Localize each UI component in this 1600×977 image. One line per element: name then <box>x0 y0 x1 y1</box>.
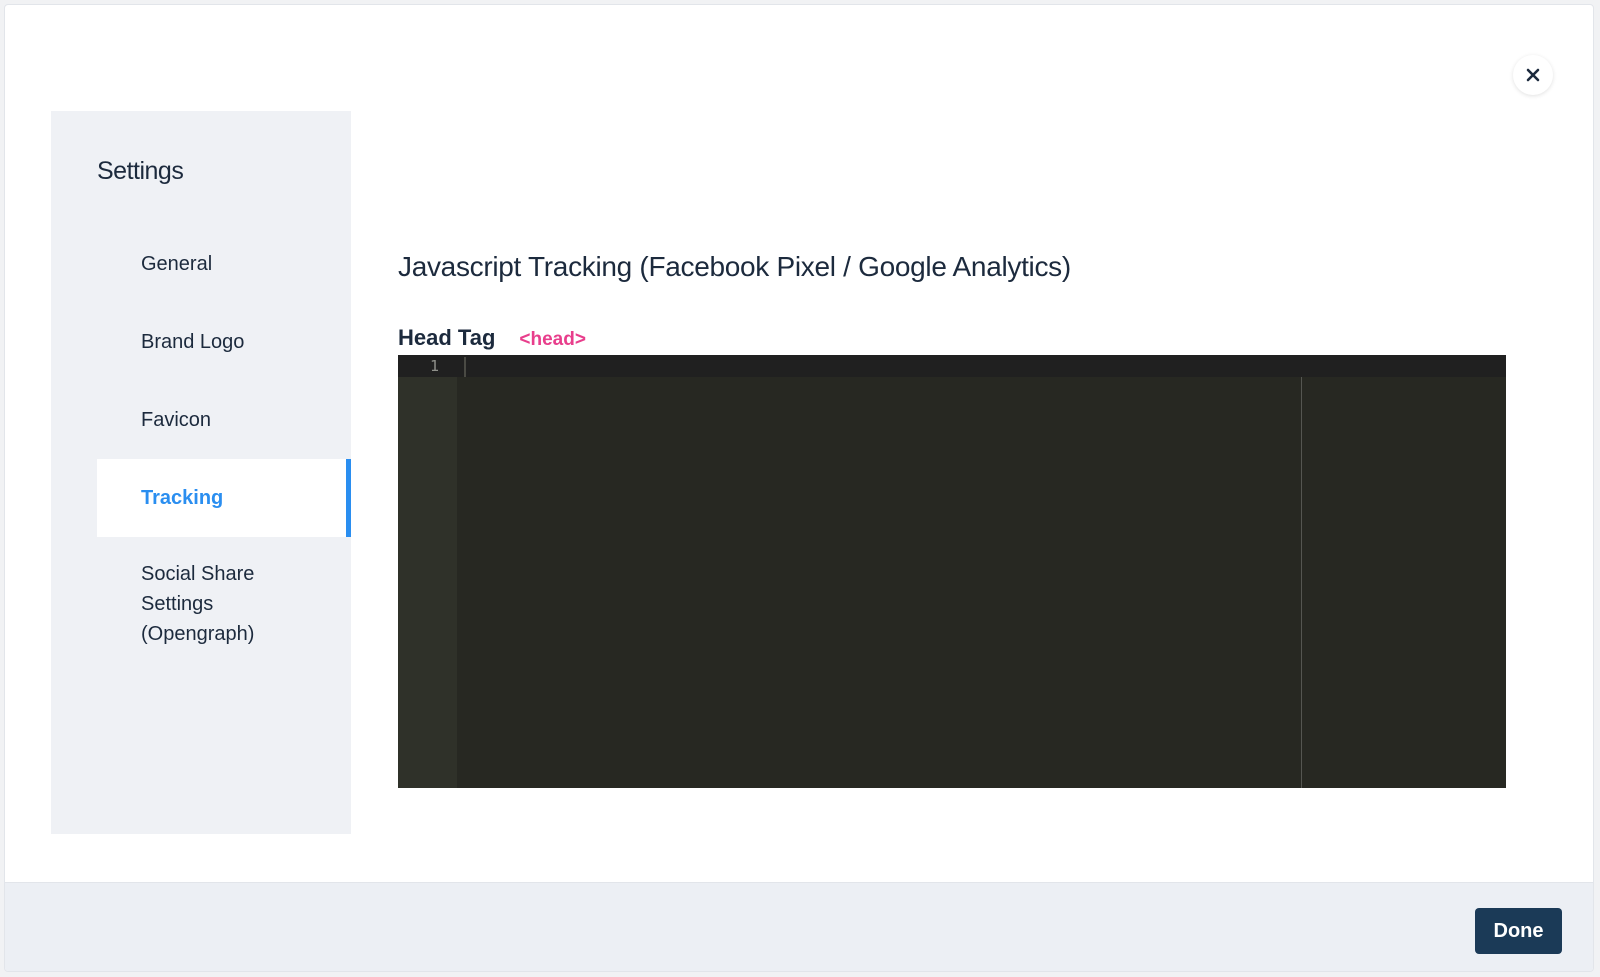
done-button[interactable]: Done <box>1475 908 1562 954</box>
close-icon <box>1526 68 1540 82</box>
head-tag-code-editor[interactable]: 1 <box>398 355 1506 788</box>
sidebar-item-favicon[interactable]: Favicon <box>97 381 351 459</box>
sidebar-item-general[interactable]: General <box>97 225 351 303</box>
editor-gutter <box>398 355 457 788</box>
sidebar-item-brand-logo[interactable]: Brand Logo <box>97 303 351 381</box>
sidebar-item-label: General <box>141 253 213 275</box>
close-button[interactable] <box>1513 55 1553 95</box>
settings-sidebar: Settings General Brand Logo Favicon Trac… <box>51 111 351 834</box>
code-input-area[interactable] <box>457 355 1506 788</box>
sidebar-item-label: Social Share Settings (Opengraph) <box>141 563 255 645</box>
page-title: Javascript Tracking (Facebook Pixel / Go… <box>398 251 1071 282</box>
settings-modal: Settings General Brand Logo Favicon Trac… <box>4 4 1594 972</box>
sidebar-item-social-share[interactable]: Social Share Settings (Opengraph) <box>97 537 351 671</box>
sidebar-item-tracking[interactable]: Tracking <box>97 459 351 537</box>
sidebar-item-label: Brand Logo <box>141 331 245 353</box>
modal-footer: Done <box>5 882 1593 971</box>
sidebar-item-label: Favicon <box>141 409 212 431</box>
settings-nav: General Brand Logo Favicon Tracking Soci… <box>97 225 351 671</box>
sidebar-title: Settings <box>97 157 184 185</box>
head-tag-label: Head Tag <box>398 325 496 350</box>
head-tag-hint: <head> <box>519 329 586 350</box>
sidebar-item-label: Tracking <box>141 487 224 509</box>
editor-print-margin <box>1301 377 1302 788</box>
line-number: 1 <box>429 357 439 375</box>
next-field-label-clipped: · · · · <box>398 831 638 835</box>
head-tag-label-row: Head Tag <head> <box>398 325 586 351</box>
text-cursor <box>464 357 466 377</box>
